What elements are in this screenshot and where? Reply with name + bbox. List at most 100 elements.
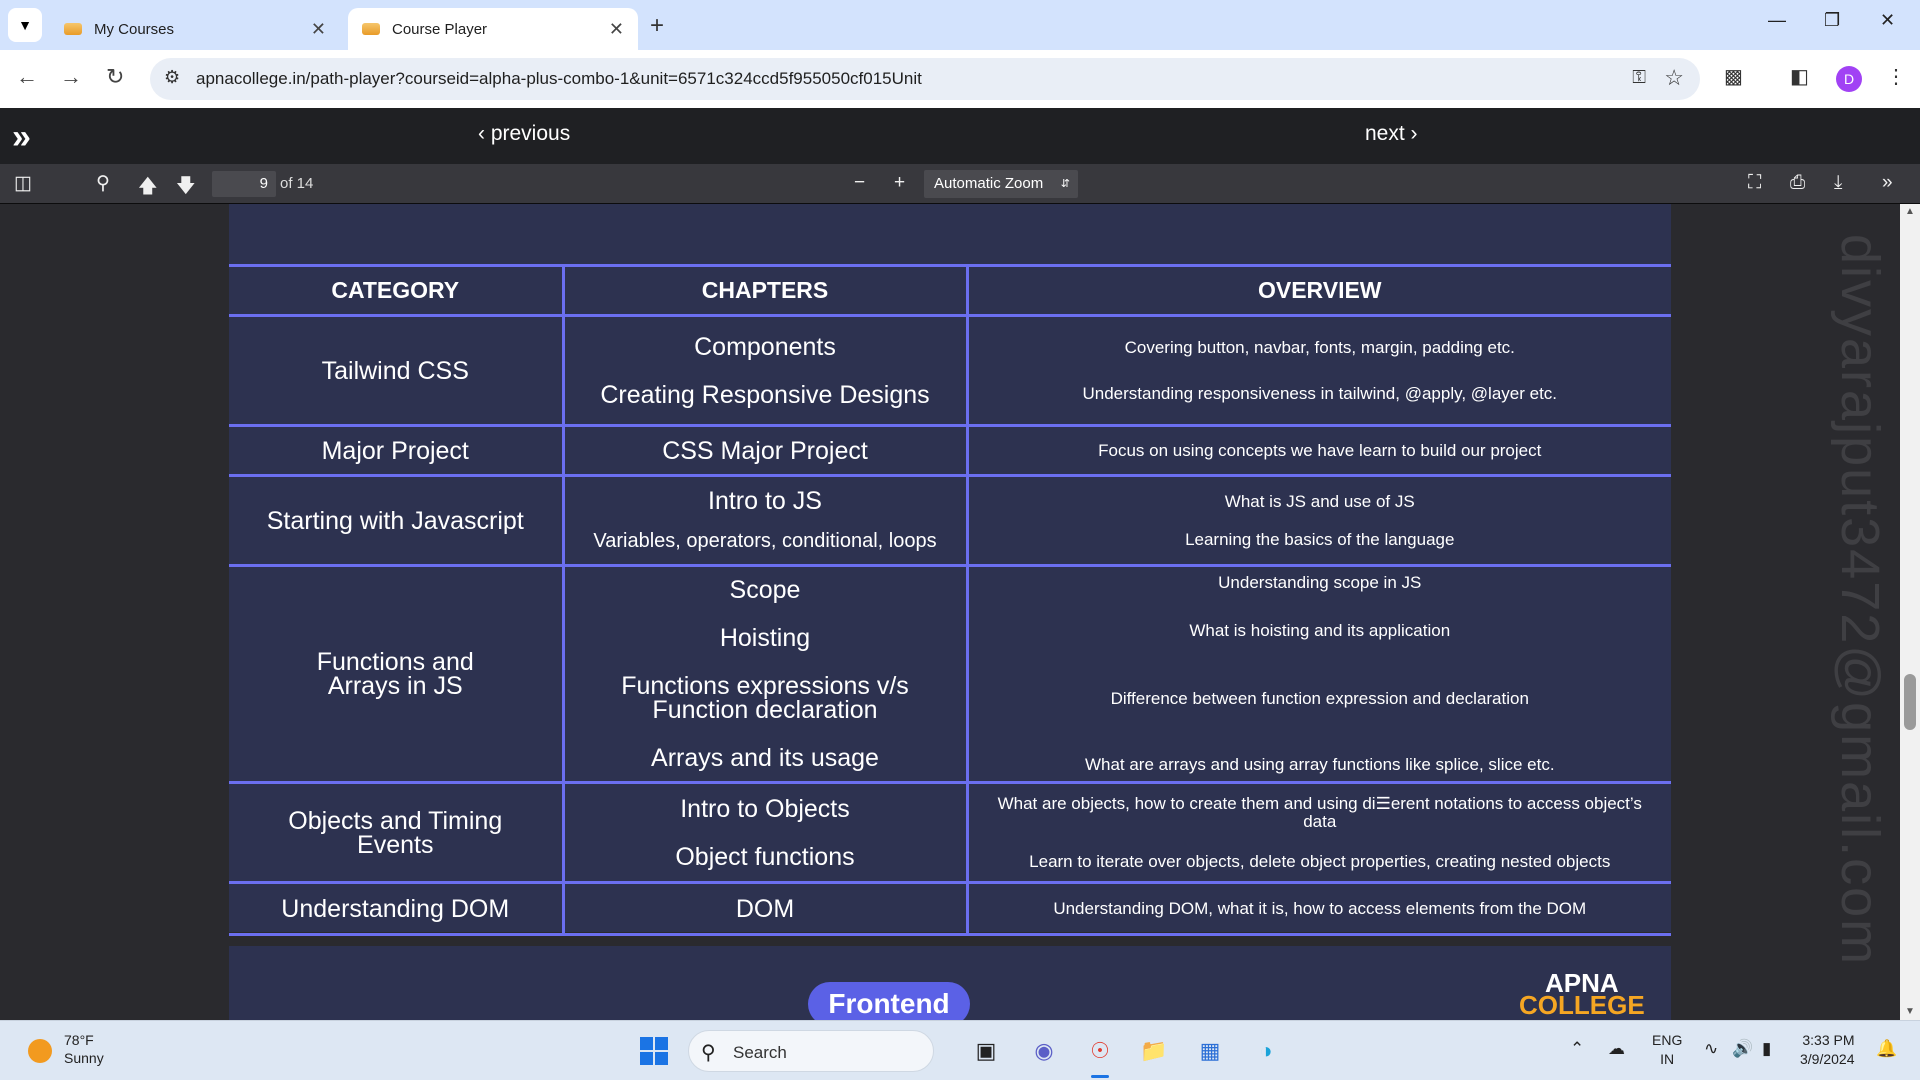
edge-icon[interactable]: ◑	[1248, 1033, 1284, 1069]
address-bar[interactable]: ⚙ apnacollege.in/path-player?courseid=al…	[150, 58, 1700, 100]
chapter-item: CSS Major Project	[662, 436, 868, 465]
chapters-cell: Scope Hoisting Functions expressions v/s…	[563, 564, 969, 784]
table-row: Functions and Arrays in JS Scope Hoistin…	[229, 564, 1671, 784]
overview-item: What is JS and use of JS	[1224, 491, 1415, 511]
table-header-row: CATEGORY CHAPTERS OVERVIEW	[229, 264, 1671, 317]
store-icon[interactable]: ▦	[1192, 1033, 1228, 1069]
sun-icon[interactable]	[28, 1039, 52, 1063]
restore-button[interactable]: ❐	[1824, 10, 1840, 31]
previous-button[interactable]: ‹ previous	[478, 122, 570, 146]
language: ENG	[1652, 1032, 1683, 1048]
tab-my-courses[interactable]: My Courses ✕	[50, 8, 340, 50]
category-cell: Functions and Arrays in JS	[229, 564, 565, 784]
clock-time: 3:33 PM	[1802, 1032, 1855, 1048]
site-info-icon[interactable]: ⚙	[164, 67, 180, 88]
close-icon[interactable]: ✕	[311, 19, 326, 40]
wifi-icon[interactable]: ∿	[1704, 1039, 1718, 1059]
temperature: 78°F	[64, 1032, 94, 1048]
apna-college-logo: APNA COLLEGE	[1519, 970, 1645, 1018]
next-button[interactable]: next ›	[1365, 122, 1418, 146]
weather-widget[interactable]: 78°F Sunny	[64, 1031, 104, 1067]
reload-icon[interactable]: ↻	[106, 64, 124, 90]
language-indicator[interactable]: ENG IN	[1652, 1031, 1682, 1069]
minimize-button[interactable]: —	[1768, 10, 1786, 31]
cloud-offline-icon[interactable]: ☁	[1608, 1039, 1625, 1059]
avatar[interactable]: D	[1836, 66, 1862, 92]
sidebar-toggle-icon[interactable]: ◫	[14, 172, 32, 195]
search-placeholder: Search	[733, 1043, 787, 1062]
vertical-scrollbar[interactable]: ▲ ▼	[1900, 204, 1920, 1020]
previous-page-icon[interactable]: 🡅	[138, 172, 158, 204]
chrome-icon[interactable]: ☉	[1082, 1033, 1118, 1069]
scroll-down-icon[interactable]: ▼	[1905, 1006, 1915, 1017]
scrollbar-thumb[interactable]	[1904, 674, 1916, 730]
browser-toolbar: ← → ↻ ⚙ apnacollege.in/path-player?cours…	[0, 50, 1920, 108]
file-explorer-icon[interactable]: 📁	[1136, 1033, 1172, 1069]
overview-item: Understanding responsiveness in tailwind…	[1082, 383, 1558, 403]
task-view-icon[interactable]: ▣	[968, 1033, 1004, 1069]
category-cell: Tailwind CSS	[229, 314, 565, 427]
table-row: Understanding DOM DOM Understanding DOM,…	[229, 881, 1671, 936]
notification-bell-icon[interactable]: 🔔	[1876, 1039, 1897, 1059]
windows-taskbar: 78°F Sunny ⚲ Search ▣ ◉ ☉ 📁 ▦ ◑ ⌃ ☁ ENG …	[0, 1020, 1920, 1080]
tab-label: Course Player	[392, 20, 488, 38]
pdf-page: divyarajput3472@gmail.com CATEGORY CHAPT…	[229, 204, 1890, 966]
password-key-icon[interactable]: ⚿	[1632, 67, 1646, 88]
header-chapters: CHAPTERS	[563, 264, 969, 317]
close-window-button[interactable]: ✕	[1880, 10, 1895, 31]
print-icon[interactable]: ⎙	[1790, 172, 1805, 194]
next-page-icon[interactable]: 🡇	[176, 172, 196, 204]
zoom-out-icon[interactable]: −	[854, 172, 865, 194]
pdf-viewer[interactable]: divyarajput3472@gmail.com CATEGORY CHAPT…	[0, 204, 1900, 1020]
table-row: Objects and Timing Events Intro to Objec…	[229, 781, 1671, 884]
overview-item: What is hoisting and its application	[1189, 621, 1451, 640]
chevron-up-icon[interactable]: ⌃	[1570, 1039, 1584, 1059]
chapter-item: Variables, operators, conditional, loops	[593, 529, 937, 552]
battery-icon[interactable]: ▮	[1762, 1039, 1771, 1059]
apna-college-favicon-icon	[64, 23, 82, 35]
new-tab-button[interactable]: +	[650, 12, 664, 40]
back-arrow-icon[interactable]: ←	[16, 64, 38, 90]
category-cell: Objects and Timing Events	[229, 781, 565, 884]
zoom-select[interactable]: Automatic Zoom ⇵	[924, 170, 1078, 198]
scroll-up-icon[interactable]: ▲	[1905, 206, 1915, 217]
fullscreen-icon[interactable]: ⛶	[1748, 172, 1761, 194]
pdf-toolbar: ◫ ⚲ 🡅 🡇 9 of 14 − + Automatic Zoom ⇵ ⛶ ⎙…	[0, 164, 1920, 204]
zoom-in-icon[interactable]: +	[894, 172, 905, 194]
table-row: Major Project CSS Major Project Focus on…	[229, 424, 1671, 477]
chapter-item: Creating Responsive Designs	[600, 380, 930, 409]
extensions-icon[interactable]: ▩	[1724, 64, 1743, 89]
weather-condition: Sunny	[64, 1050, 104, 1066]
tab-search-button[interactable]: ▼	[8, 8, 42, 42]
clock-date: 3/9/2024	[1800, 1051, 1855, 1067]
previous-label: previous	[490, 122, 571, 145]
tools-menu-icon[interactable]: »	[1882, 172, 1893, 194]
updown-icon: ⇵	[1060, 178, 1070, 190]
bookmark-star-icon[interactable]: ☆	[1664, 65, 1684, 91]
double-chevron-right-icon[interactable]: »	[12, 118, 31, 157]
system-clock[interactable]: 3:33 PM 3/9/2024	[1800, 1031, 1855, 1069]
windows-start-icon[interactable]	[640, 1037, 668, 1065]
close-icon[interactable]: ✕	[609, 19, 624, 40]
download-icon[interactable]: ⤓	[1834, 172, 1842, 194]
chat-icon[interactable]: ◉	[1026, 1033, 1062, 1069]
search-icon[interactable]: ⚲	[96, 172, 110, 195]
chapter-item: Hoisting	[719, 624, 811, 652]
url-text[interactable]: apnacollege.in/path-player?courseid=alph…	[196, 69, 922, 89]
chapter-item: Scope	[729, 576, 801, 604]
more-menu-icon[interactable]: ⋮	[1886, 64, 1906, 89]
volume-icon[interactable]: 🔊	[1732, 1039, 1753, 1059]
chapter-item: DOM	[735, 894, 795, 923]
overview-cell: Understanding DOM, what it is, how to ac…	[967, 881, 1671, 936]
chapters-cell: Components Creating Responsive Designs	[563, 314, 969, 427]
overview-cell: Understanding scope in JS What is hoisti…	[967, 564, 1671, 784]
overview-cell: What is JS and use of JS Learning the ba…	[967, 474, 1671, 567]
tab-course-player[interactable]: Course Player ✕	[348, 8, 638, 50]
side-panel-icon[interactable]: ◧	[1790, 64, 1809, 89]
curriculum-table: CATEGORY CHAPTERS OVERVIEW Tailwind CSS …	[229, 264, 1671, 936]
forward-arrow-icon[interactable]: →	[60, 64, 82, 90]
taskbar-search[interactable]: ⚲ Search	[688, 1030, 934, 1072]
chapter-item: Intro to Objects	[680, 794, 850, 823]
page-number-input[interactable]: 9	[212, 171, 276, 197]
header-category: CATEGORY	[229, 264, 565, 317]
